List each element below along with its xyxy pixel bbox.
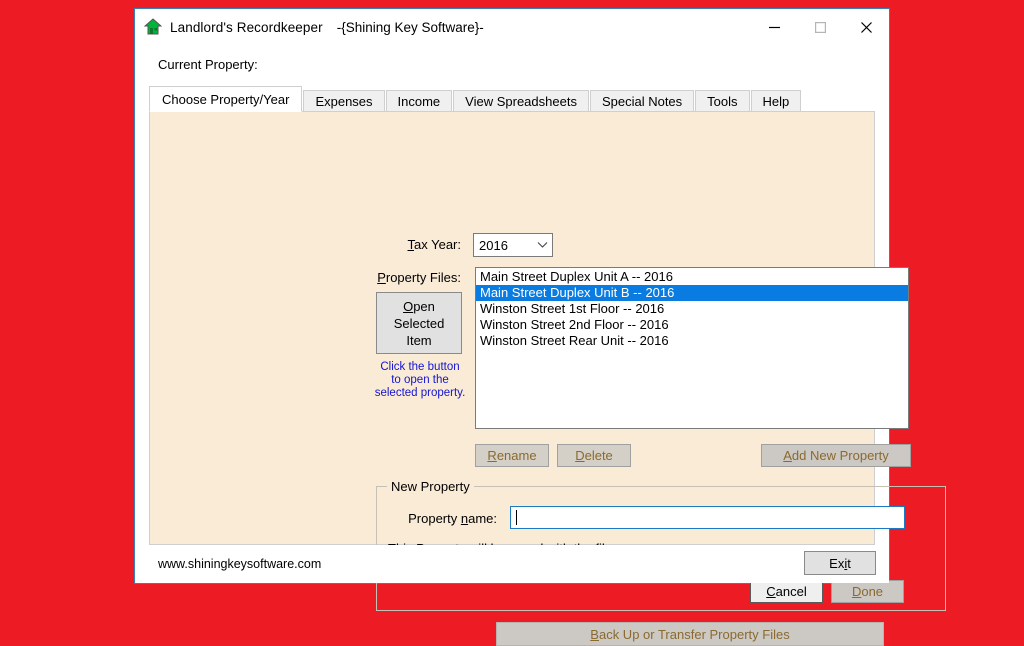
tab-help[interactable]: Help <box>750 90 802 111</box>
tab-choose-property-year[interactable]: Choose Property/Year <box>149 86 303 112</box>
property-files-label-accel: P <box>377 270 386 285</box>
cancel-label: Cancel <box>766 584 806 599</box>
property-files-label-rest: roperty Files: <box>385 270 461 285</box>
minimize-button[interactable] <box>751 9 797 45</box>
rename-label: Rename <box>487 448 536 463</box>
tab-view-spreadsheets[interactable]: View Spreadsheets <box>453 90 589 111</box>
hint-line-1: Click the button <box>380 361 460 373</box>
status-bar: www.shiningkeysoftware.com Exit <box>135 545 889 583</box>
done-rest: one <box>861 584 884 599</box>
open-button-line2: Selected <box>393 315 445 331</box>
delete-label: Delete <box>575 448 613 463</box>
backup-label: Back Up or Transfer Property Files <box>590 627 789 642</box>
tax-year-select[interactable]: 2016 <box>473 233 553 257</box>
list-item[interactable]: Winston Street 2nd Floor -- 2016 <box>476 317 908 333</box>
done-label: Done <box>852 584 883 599</box>
property-name-label-post: ame: <box>468 511 497 526</box>
tab-strip: Choose Property/Year Expenses Income Vie… <box>149 86 889 112</box>
tax-year-value: 2016 <box>479 237 508 253</box>
backup-transfer-button[interactable]: Back Up or Transfer Property Files <box>496 622 884 646</box>
window-controls <box>751 9 889 45</box>
add-new-property-rest: dd New Property <box>791 448 889 463</box>
window-title: Landlord's Recordkeeper <box>170 19 323 35</box>
application-window: Landlord's Recordkeeper -{Shining Key So… <box>134 8 946 646</box>
property-name-input[interactable] <box>510 506 905 529</box>
tab-special-notes[interactable]: Special Notes <box>589 90 695 111</box>
close-button[interactable] <box>843 9 889 45</box>
exit-post: t <box>847 555 851 571</box>
title-bar: Landlord's Recordkeeper -{Shining Key So… <box>135 9 889 45</box>
current-property-label: Current Property: <box>158 57 258 72</box>
rename-button[interactable]: Rename <box>475 444 549 467</box>
add-new-property-label: Add New Property <box>783 448 889 463</box>
property-name-label: Property name: <box>355 511 497 526</box>
house-icon <box>143 18 163 36</box>
delete-button[interactable]: Delete <box>557 444 631 467</box>
exit-label: Exit <box>829 556 851 571</box>
list-item[interactable]: Main Street Duplex Unit B -- 2016 <box>476 285 908 301</box>
backup-rest: ack Up or Transfer Property Files <box>598 626 790 642</box>
open-button-line1-rest: pen <box>413 298 435 314</box>
tax-year-label-rest: ax Year: <box>414 237 461 252</box>
list-item[interactable]: Winston Street 1st Floor -- 2016 <box>476 301 908 317</box>
open-button-line1: Open <box>403 298 435 315</box>
property-files-listbox[interactable]: Main Street Duplex Unit A -- 2016 Main S… <box>475 267 909 429</box>
property-files-label: Property Files: <box>320 270 461 285</box>
open-button-line3: Item <box>406 332 432 348</box>
open-button-accel: O <box>403 298 414 314</box>
website-url: www.shiningkeysoftware.com <box>158 557 322 571</box>
cancel-rest: ancel <box>775 584 807 599</box>
list-item[interactable]: Main Street Duplex Unit A -- 2016 <box>476 269 908 285</box>
tab-expenses[interactable]: Expenses <box>303 90 385 111</box>
property-name-label-pre: Property <box>408 511 461 526</box>
tab-income[interactable]: Income <box>385 90 453 111</box>
open-button-hint: Click the button to open the selected pr… <box>368 361 472 400</box>
exit-button[interactable]: Exit <box>804 551 876 575</box>
window-body: Current Property: Choose Property/Year E… <box>135 45 946 646</box>
text-caret <box>516 510 517 525</box>
window-subtitle: -{Shining Key Software}- <box>336 19 484 35</box>
tab-tools[interactable]: Tools <box>695 90 750 111</box>
open-selected-item-button[interactable]: Open Selected Item <box>376 292 462 354</box>
hint-line-3: selected property. <box>374 387 466 399</box>
delete-accel: D <box>575 448 585 463</box>
list-item[interactable]: Winston Street Rear Unit -- 2016 <box>476 333 908 349</box>
cancel-accel: C <box>766 584 776 599</box>
rename-rest: ename <box>496 448 537 463</box>
backup-accel: B <box>590 626 599 642</box>
chevron-down-icon <box>532 241 552 249</box>
add-new-property-accel: A <box>783 448 792 463</box>
hint-line-2: to open the <box>391 374 449 386</box>
exit-pre: Ex <box>829 555 845 571</box>
rename-accel: R <box>487 448 497 463</box>
property-name-accel: n <box>460 511 469 526</box>
tab-panel-choose-property-year: Tax Year: 2016 Property Files: Open Sele… <box>149 111 946 646</box>
delete-rest: elete <box>584 448 613 463</box>
tax-year-label: Tax Year: <box>336 237 462 252</box>
new-property-group-title: New Property <box>387 479 474 494</box>
maximize-button[interactable] <box>797 9 843 45</box>
done-accel: D <box>851 584 862 599</box>
add-new-property-button[interactable]: Add New Property <box>761 444 911 467</box>
